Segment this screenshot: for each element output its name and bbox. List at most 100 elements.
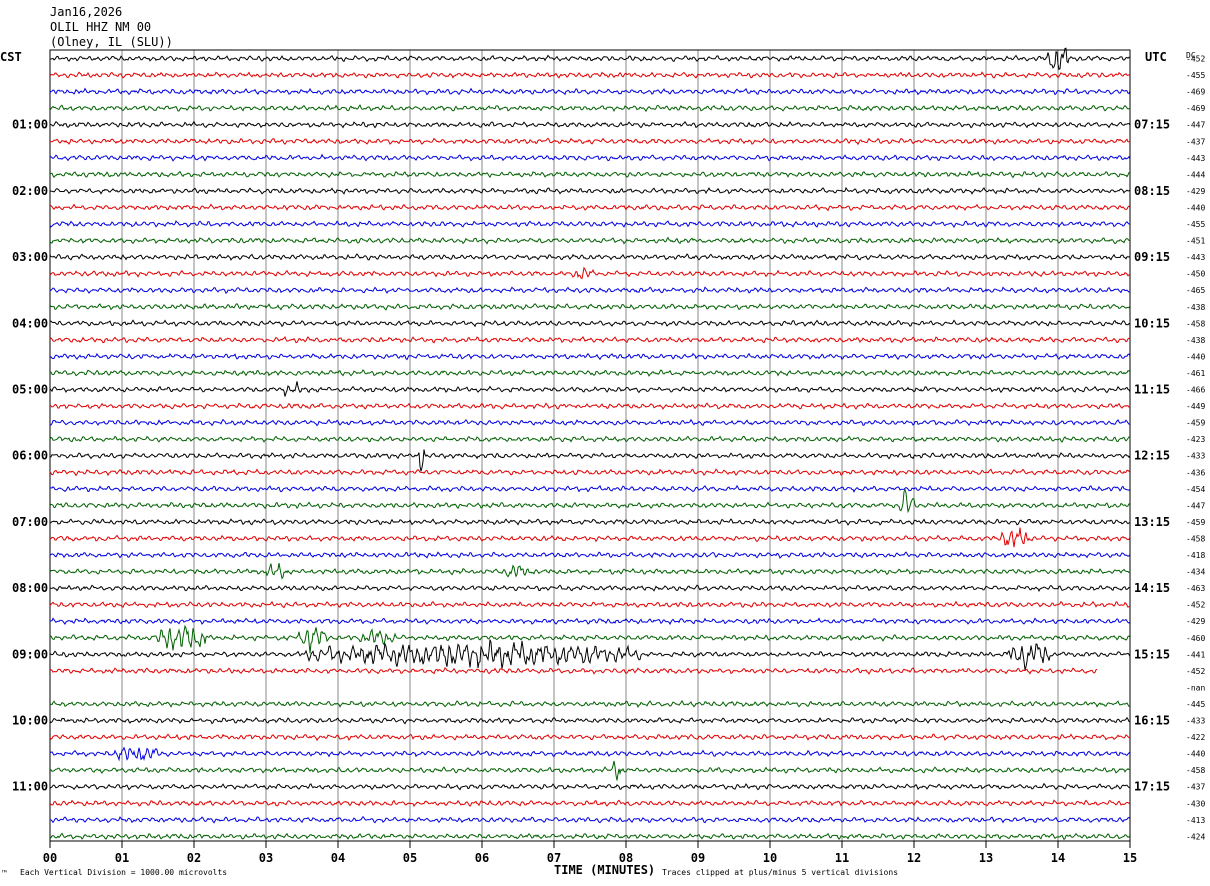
dc-offset-row-31: -434 xyxy=(1186,568,1205,577)
trace-row-42 xyxy=(49,746,1131,762)
dc-offset-row-18: -440 xyxy=(1186,352,1205,361)
trace-row-23 xyxy=(49,435,1131,443)
dc-offset-row-22: -459 xyxy=(1186,419,1205,428)
trace-row-29 xyxy=(49,527,1131,548)
x-tick-label-11: 11 xyxy=(835,851,849,865)
dc-offset-row-33: -452 xyxy=(1186,601,1205,610)
dc-offset-row-29: -458 xyxy=(1186,534,1205,543)
dc-offset-labels: -452 -455 -469 -469 -447 -437 -443 -444 -429 -440… xyxy=(1186,55,1205,842)
x-tick-label-02: 02 xyxy=(187,851,201,865)
cst-label-0200: 02:00 xyxy=(12,184,48,198)
trace-row-32 xyxy=(49,584,1131,592)
minute-gridlines xyxy=(121,50,1059,841)
x-tick-label-14: 14 xyxy=(1051,851,1065,865)
dc-offset-row-25: -436 xyxy=(1186,468,1205,477)
dc-offset-row-5: -437 xyxy=(1186,137,1205,146)
dc-offset-row-40: -433 xyxy=(1186,717,1205,726)
trace-row-1 xyxy=(49,71,1131,79)
cst-label-0300: 03:00 xyxy=(12,250,48,264)
trace-row-45 xyxy=(49,799,1131,808)
record-date: Jan16,2026 xyxy=(50,5,122,19)
dc-offset-row-11: -451 xyxy=(1186,237,1205,246)
dc-offset-row-38: -nan xyxy=(1186,683,1205,692)
dc-offset-row-8: -429 xyxy=(1186,187,1205,196)
cst-label-0400: 04:00 xyxy=(12,316,48,330)
dc-offset-row-7: -444 xyxy=(1186,170,1205,179)
dc-offset-row-17: -438 xyxy=(1186,336,1205,345)
trace-row-4 xyxy=(49,120,1131,129)
utc-label-1015: 10:15 xyxy=(1134,316,1170,330)
dc-offset-row-2: -469 xyxy=(1186,88,1205,97)
utc-label-1715: 17:15 xyxy=(1134,780,1170,794)
trace-row-19 xyxy=(49,369,1131,377)
trace-row-24 xyxy=(49,449,1131,472)
trace-row-35 xyxy=(50,624,1131,654)
trace-row-5 xyxy=(49,137,1131,146)
helicorder-chart: Jan16,2026 OLIL HHZ NM 00 (Olney, IL (SL… xyxy=(0,5,1205,878)
dc-offset-row-41: -422 xyxy=(1186,733,1205,742)
dc-offset-row-1: -455 xyxy=(1186,71,1205,80)
right-timezone-label: UTC xyxy=(1145,50,1167,64)
trace-row-10 xyxy=(49,220,1130,228)
x-tick-label-01: 01 xyxy=(115,851,129,865)
dc-offset-row-42: -440 xyxy=(1186,750,1205,759)
dc-offset-row-26: -454 xyxy=(1186,485,1205,494)
trace-row-11 xyxy=(49,236,1131,245)
dc-offset-row-34: -429 xyxy=(1186,617,1205,626)
utc-label-1415: 14:15 xyxy=(1134,581,1170,595)
trace-row-18 xyxy=(49,352,1131,361)
dc-offset-row-47: -424 xyxy=(1186,832,1205,841)
cst-label-0600: 06:00 xyxy=(12,449,48,463)
utc-label-1215: 12:15 xyxy=(1134,449,1170,463)
trace-row-36 xyxy=(49,639,1131,671)
x-axis-ticks: 00 01 02 03 04 05 06 07 08 09 10 11 12 13 14 15 xyxy=(43,841,1137,865)
trace-row-25 xyxy=(49,468,1131,477)
cst-label-0500: 05:00 xyxy=(12,383,48,397)
utc-hour-labels: 07:15 08:15 09:15 10:15 11:15 12:15 13:15 14:15… xyxy=(1134,118,1170,794)
trace-row-7 xyxy=(49,170,1131,179)
logo-mark: ™ xyxy=(1,869,7,878)
dc-offset-row-24: -433 xyxy=(1186,452,1205,461)
x-tick-label-15: 15 xyxy=(1123,851,1137,865)
left-timezone-label: CST xyxy=(0,50,22,64)
trace-row-37 xyxy=(49,667,1098,675)
trace-row-9 xyxy=(49,203,1131,212)
scale-note: Each Vertical Division = 1000.00 microvo… xyxy=(20,868,227,877)
x-tick-label-13: 13 xyxy=(979,851,993,865)
cst-label-1000: 10:00 xyxy=(12,714,48,728)
dc-offset-row-23: -423 xyxy=(1186,435,1205,444)
trace-row-13 xyxy=(49,266,1131,280)
dc-offset-row-19: -461 xyxy=(1186,369,1205,378)
trace-row-21 xyxy=(49,402,1131,410)
cst-label-0800: 08:00 xyxy=(12,581,48,595)
trace-row-46 xyxy=(49,816,1131,824)
dc-offset-row-21: -449 xyxy=(1186,402,1205,411)
utc-label-0715: 07:15 xyxy=(1134,118,1170,132)
dc-offset-row-15: -438 xyxy=(1186,303,1205,312)
dc-offset-row-0: -452 xyxy=(1186,55,1205,64)
utc-label-0815: 08:15 xyxy=(1134,184,1170,198)
trace-row-41 xyxy=(49,733,1131,742)
x-tick-label-12: 12 xyxy=(907,851,921,865)
dc-offset-row-3: -469 xyxy=(1186,104,1205,113)
trace-row-44 xyxy=(49,782,1131,791)
seismic-traces xyxy=(49,47,1131,841)
trace-row-34 xyxy=(49,617,1131,626)
utc-label-1615: 16:15 xyxy=(1134,714,1170,728)
trace-row-6 xyxy=(50,153,1131,162)
x-tick-label-09: 09 xyxy=(691,851,705,865)
dc-offset-row-39: -445 xyxy=(1186,700,1205,709)
dc-offset-row-44: -437 xyxy=(1186,783,1205,792)
trace-row-40 xyxy=(49,716,1131,725)
x-axis-title: TIME (MINUTES) xyxy=(554,863,655,877)
cst-label-0100: 01:00 xyxy=(12,118,48,132)
trace-row-3 xyxy=(49,104,1131,113)
utc-label-1315: 13:15 xyxy=(1134,515,1170,529)
dc-offset-row-27: -447 xyxy=(1186,501,1205,510)
dc-offset-row-13: -450 xyxy=(1186,270,1205,279)
dc-offset-row-35: -460 xyxy=(1186,634,1205,643)
x-tick-label-10: 10 xyxy=(763,851,777,865)
dc-offset-row-10: -455 xyxy=(1186,220,1205,229)
dc-offset-row-36: -441 xyxy=(1186,650,1205,659)
dc-offset-row-28: -459 xyxy=(1186,518,1205,527)
